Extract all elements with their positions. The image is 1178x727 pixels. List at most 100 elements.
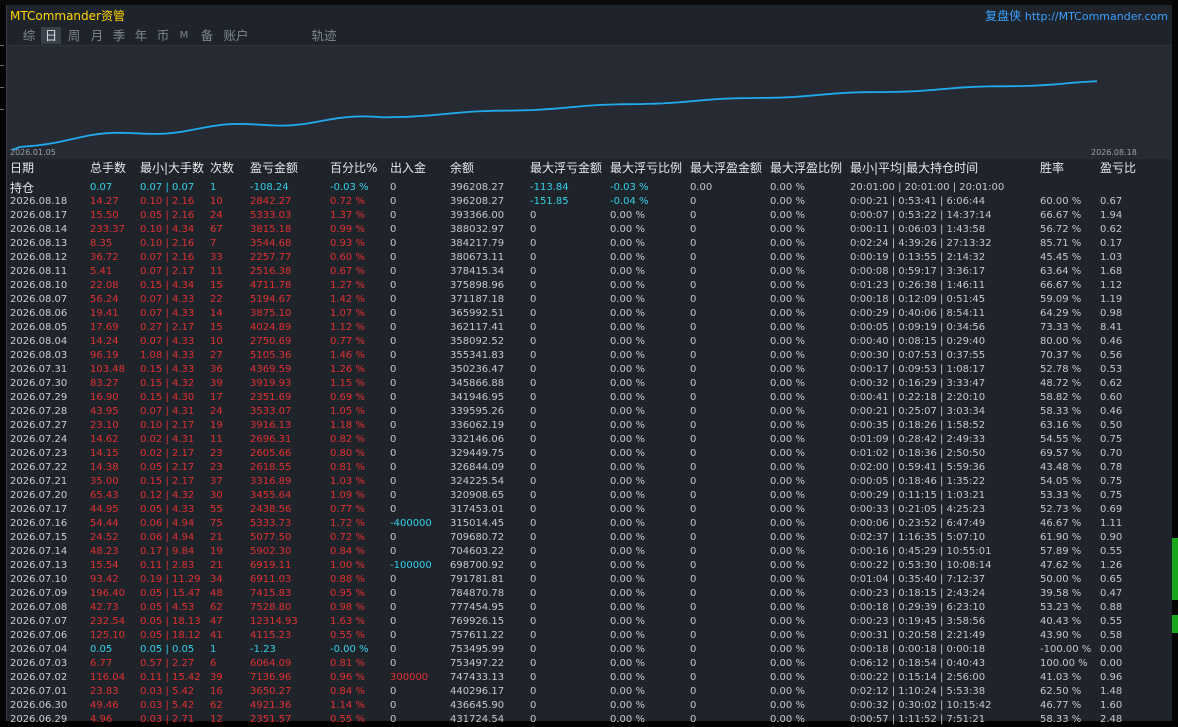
table-row[interactable]: 2026.07.03 6.77 0.57 | 2.27 6 6064.09 0.81 % 0… [7, 657, 1172, 671]
table-row[interactable]: 2026.07.16 54.44 0.06 | 4.94 75 5333.73 1.72 … [7, 517, 1172, 531]
cell-float_profit: 0 [690, 616, 697, 627]
table-row[interactable]: 2026.08.14 233.37 0.10 | 4.34 67 3815.18 0.99… [7, 223, 1172, 237]
cell-pct: 1.26 % [330, 364, 365, 375]
cell-winrate: 58.33 % [1040, 406, 1082, 417]
col-header-minmax[interactable]: 最小|大手数 [140, 161, 204, 175]
col-header-pf[interactable]: 盈亏比 [1100, 161, 1136, 175]
table-row[interactable]: 2026.07.29 16.90 0.15 | 4.30 17 2351.69 0.69 … [7, 391, 1172, 405]
cell-minmax: 0.07 | 0.07 [140, 182, 195, 193]
col-header-balance[interactable]: 余额 [450, 161, 474, 175]
table-row[interactable]: 2026.07.15 24.52 0.06 | 4.94 21 5077.50 0.72 … [7, 531, 1172, 545]
cell-hold_time: 0:00:29 | 0:40:06 | 8:54:11 [850, 308, 986, 319]
table-row[interactable]: 2026.07.23 14.15 0.02 | 2.17 23 2605.66 0.80 … [7, 447, 1172, 461]
cell-count: 55 [210, 504, 223, 515]
col-header-winrate[interactable]: 胜率 [1040, 161, 1064, 175]
table-row[interactable]: 2026.07.08 42.73 0.05 | 4.53 62 7528.80 0.98 … [7, 601, 1172, 615]
cell-hold_time: 0:00:31 | 0:20:58 | 2:21:49 [850, 630, 986, 641]
tab-6[interactable]: 币 [153, 27, 173, 44]
cell-balance: 358092.52 [450, 336, 505, 347]
table-row[interactable]: 2026.08.04 14.24 0.07 | 4.33 10 2750.69 0.77 … [7, 335, 1172, 349]
table-row[interactable]: 2026.08.12 36.72 0.07 | 2.16 33 2257.77 0.60 … [7, 251, 1172, 265]
cell-minmax: 0.15 | 4.34 [140, 280, 195, 291]
table-row[interactable]: 2026.07.14 48.23 0.17 | 9.84 19 5902.30 0.84 … [7, 545, 1172, 559]
cell-flow: 0 [390, 364, 397, 375]
cell-date: 持仓 [10, 181, 35, 195]
tab-7[interactable]: M [177, 27, 191, 44]
col-header-float_profit[interactable]: 最大浮盈金额 [690, 161, 762, 175]
table-row[interactable]: 2026.06.30 49.46 0.03 | 5.42 62 4921.36 1.14 … [7, 699, 1172, 713]
col-header-float_loss_pct[interactable]: 最大浮亏比例 [610, 161, 682, 175]
tab-8[interactable]: 备 [197, 27, 217, 44]
col-header-pnl[interactable]: 盈亏金额 [250, 161, 298, 175]
brand[interactable]: 复盘侠 http://MTCommander.com [985, 7, 1168, 24]
brand-url[interactable]: http://MTCommander.com [1025, 10, 1168, 23]
col-header-flow[interactable]: 出入金 [390, 161, 426, 175]
table-row[interactable]: 2026.07.28 43.95 0.07 | 4.31 24 3533.07 1.05 … [7, 405, 1172, 419]
cell-float_loss_pct: 0.00 % [610, 350, 645, 361]
table-row[interactable]: 2026.07.07 232.54 0.05 | 18.13 47 12314.93 1.… [7, 615, 1172, 629]
table-row[interactable]: 2026.08.11 5.41 0.07 | 2.17 11 2516.38 0.67 %… [7, 265, 1172, 279]
table-row[interactable]: 2026.08.05 17.69 0.27 | 2.17 15 4024.89 1.12 … [7, 321, 1172, 335]
table-row[interactable]: 2026.07.13 15.54 0.11 | 2.83 21 6919.11 1.00 … [7, 559, 1172, 573]
col-header-date[interactable]: 日期 [10, 161, 34, 175]
table-row[interactable]: 2026.07.02 116.04 0.11 | 15.42 39 7136.96 0.9… [7, 671, 1172, 685]
table-row[interactable]: 2026.08.13 8.35 0.10 | 2.16 7 3544.68 0.93 % 0… [7, 237, 1172, 251]
table-row[interactable]: 2026.07.06 125.10 0.05 | 18.12 41 4115.23 0.5… [7, 629, 1172, 643]
cell-float_loss_pct: 0.00 % [610, 392, 645, 403]
cell-date: 2026.08.14 [10, 224, 68, 235]
cell-date: 2026.07.08 [10, 602, 68, 613]
tab-1[interactable]: 日 [41, 27, 61, 44]
cell-count: 17 [210, 392, 223, 403]
cell-float_profit_pct: 0.00 % [770, 574, 805, 585]
cell-float_loss: 0 [530, 336, 537, 347]
chart-x-start: 2026.01.05 [10, 148, 56, 157]
cell-hold_time: 0:00:22 | 0:15:14 | 2:56:00 [850, 672, 986, 683]
col-header-hold_time[interactable]: 最小|平均|最大持仓时间 [850, 161, 978, 175]
col-header-float_loss[interactable]: 最大浮亏金额 [530, 161, 602, 175]
tab-0[interactable]: 综 [19, 27, 39, 44]
tab-10[interactable]: 轨迹 [309, 27, 339, 44]
table-row[interactable]: 2026.07.09 196.40 0.05 | 15.47 48 7415.83 0.9… [7, 587, 1172, 601]
cell-float_loss: 0 [530, 392, 537, 403]
table-row[interactable]: 2026.07.30 83.27 0.15 | 4.32 39 3919.93 1.15 … [7, 377, 1172, 391]
cell-float_profit: 0 [690, 588, 697, 599]
cell-pct: 0.84 % [330, 546, 365, 557]
cell-pnl: 3875.10 [250, 308, 292, 319]
table-row[interactable]: 2026.08.18 14.27 0.10 | 2.16 10 2842.27 0.72 … [7, 195, 1172, 209]
table-row[interactable]: 2026.08.03 96.19 1.08 | 4.33 27 5105.36 1.46 … [7, 349, 1172, 363]
table-row[interactable]: 2026.07.22 14.38 0.05 | 2.17 23 2618.55 0.81 … [7, 461, 1172, 475]
table-row[interactable]: 2026.07.10 93.42 0.19 | 11.29 34 6911.03 0.88… [7, 573, 1172, 587]
table-row[interactable]: 2026.07.27 23.10 0.10 | 2.17 19 3916.13 1.18 … [7, 419, 1172, 433]
cell-pnl: 2696.31 [250, 434, 292, 445]
table-row[interactable]: 2026.07.20 65.43 0.12 | 4.32 30 3455.64 1.09 … [7, 489, 1172, 503]
col-header-float_profit_pct[interactable]: 最大浮盈比例 [770, 161, 842, 175]
table-row[interactable]: 2026.07.21 35.00 0.15 | 2.17 37 3316.89 1.03 … [7, 475, 1172, 489]
col-header-lots[interactable]: 总手数 [90, 161, 126, 175]
table-row[interactable]: 2026.06.29 4.96 0.03 | 2.71 12 2351.57 0.55 %… [7, 713, 1172, 727]
cell-float_profit: 0 [690, 490, 697, 501]
table-row[interactable]: 2026.08.06 19.41 0.07 | 4.33 14 3875.10 1.07 … [7, 307, 1172, 321]
tab-2[interactable]: 周 [64, 27, 84, 44]
tab-9[interactable]: 账户 [221, 27, 251, 44]
table-row[interactable]: 2026.07.01 23.83 0.03 | 5.42 16 3650.27 0.84 … [7, 685, 1172, 699]
table-row[interactable]: 2026.07.24 14.62 0.02 | 4.31 11 2696.31 0.82 … [7, 433, 1172, 447]
cell-winrate: 50.00 % [1040, 574, 1082, 585]
table-row[interactable]: 2026.07.04 0.05 0.05 | 0.05 1 -1.23 -0.00 % 0 7… [7, 643, 1172, 657]
col-header-count[interactable]: 次数 [210, 161, 234, 175]
cell-pct: 0.93 % [330, 238, 365, 249]
table-row[interactable]: 2026.08.10 22.08 0.15 | 4.34 15 4711.78 1.27 … [7, 279, 1172, 293]
cell-winrate: 60.00 % [1040, 196, 1082, 207]
table-row[interactable]: 2026.07.31 103.48 0.15 | 4.33 36 4369.59 1.26… [7, 363, 1172, 377]
tab-3[interactable]: 月 [87, 27, 107, 44]
table-row[interactable]: 2026.07.17 44.95 0.05 | 4.33 55 2438.56 0.77 … [7, 503, 1172, 517]
cell-pnl: 6919.11 [250, 560, 292, 571]
table-row[interactable]: 2026.08.17 15.50 0.05 | 2.16 24 5333.03 1.37 … [7, 209, 1172, 223]
tab-4[interactable]: 季 [109, 27, 129, 44]
cell-balance: 431724.54 [450, 714, 505, 725]
col-header-pct[interactable]: 百分比% [330, 161, 377, 175]
cell-count: 67 [210, 224, 223, 235]
cell-float_loss_pct: 0.00 % [610, 462, 645, 473]
tab-5[interactable]: 年 [131, 27, 151, 44]
position-row[interactable]: 持仓 0.07 0.07 | 0.07 1 -108.24 -0.03 % 0 396208.… [7, 181, 1172, 195]
table-row[interactable]: 2026.08.07 56.24 0.07 | 4.33 22 5194.67 1.42 … [7, 293, 1172, 307]
